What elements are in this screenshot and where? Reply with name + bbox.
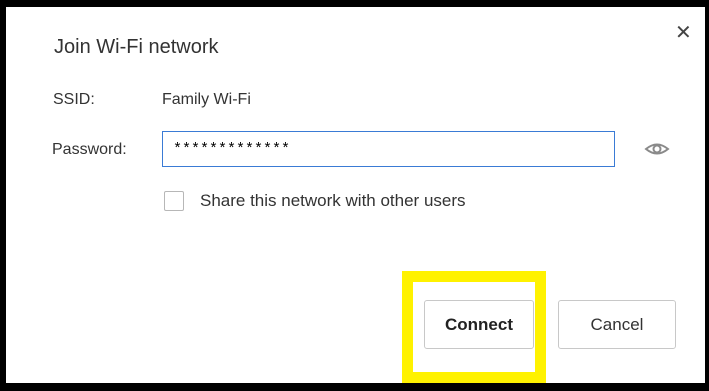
ssid-label: SSID: xyxy=(53,91,95,108)
close-icon[interactable]: ✕ xyxy=(675,23,692,43)
cancel-button[interactable]: Cancel xyxy=(558,300,676,349)
share-network-checkbox[interactable] xyxy=(164,191,184,211)
dialog-title: Join Wi-Fi network xyxy=(54,36,219,58)
join-wifi-dialog: Join Wi-Fi network ✕ SSID: Family Wi-Fi … xyxy=(6,7,705,383)
ssid-value: Family Wi-Fi xyxy=(162,91,251,108)
password-label: Password: xyxy=(52,141,127,158)
share-network-label: Share this network with other users xyxy=(200,191,466,210)
password-input[interactable] xyxy=(162,131,615,167)
connect-button[interactable]: Connect xyxy=(424,300,534,349)
eye-icon[interactable] xyxy=(644,139,670,159)
